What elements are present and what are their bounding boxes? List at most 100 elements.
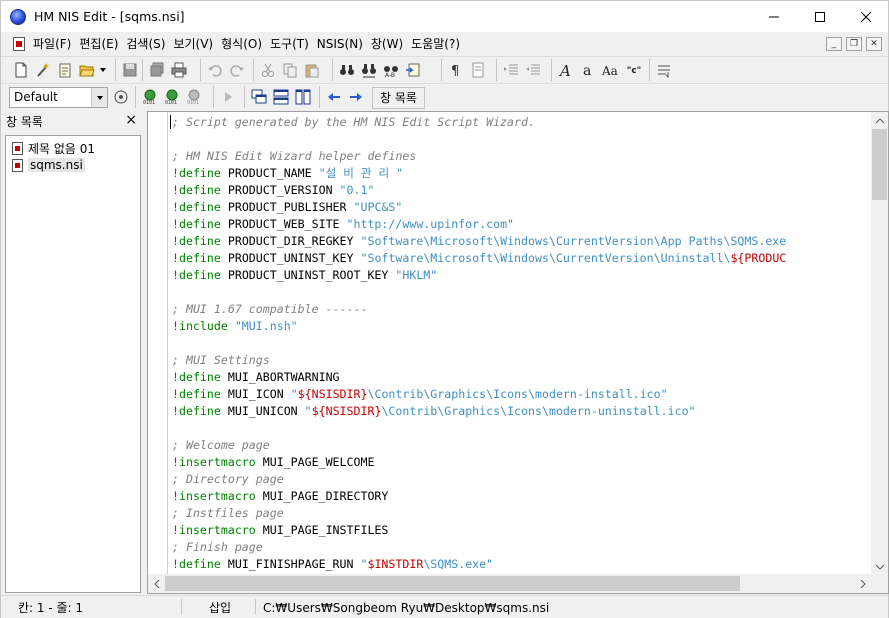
lowercase-button[interactable]: a (577, 59, 599, 81)
mdi-minimize-button[interactable]: _ (826, 37, 842, 51)
insert-colour-button[interactable] (653, 59, 675, 81)
goto-line-button[interactable] (402, 59, 424, 81)
horizontal-scrollbar[interactable] (148, 574, 871, 593)
previous-window-button[interactable] (323, 86, 345, 108)
find-button[interactable] (336, 59, 358, 81)
open-file-button[interactable] (76, 59, 98, 81)
list-item-untitled[interactable]: 제목 없음 01 (12, 140, 95, 156)
code-line[interactable]: !insertmacro MUI_PAGE_INSTFILES (172, 522, 872, 539)
scroll-up-icon[interactable] (871, 112, 888, 129)
code-line[interactable]: ; Directory page (172, 471, 872, 488)
code-line[interactable]: !define PRODUCT_NAME "설 비 관 리 " (172, 165, 872, 182)
undo-button[interactable] (204, 59, 226, 81)
vertical-scroll-thumb[interactable] (872, 129, 887, 200)
chevron-down-icon[interactable] (91, 88, 107, 107)
outdent-button[interactable] (522, 59, 544, 81)
window-list-button[interactable]: 창 목록 (372, 87, 425, 109)
code-line[interactable]: !define MUI_ICON "${NSISDIR}\Contrib\Gra… (172, 386, 872, 403)
save-button[interactable] (119, 59, 141, 81)
configuration-select[interactable]: Default (9, 87, 108, 108)
compile-run-button[interactable]: 0101 (161, 86, 183, 108)
horizontal-scroll-thumb[interactable] (165, 576, 740, 591)
quote-button[interactable]: "c" (621, 59, 647, 81)
menu-nsis[interactable]: NSIS(N) (313, 34, 367, 54)
show-whitespace-button[interactable]: ¶ (445, 59, 467, 81)
code-line[interactable]: !define MUI_ABORTWARNING (172, 369, 872, 386)
menu-window[interactable]: 창(W) (367, 34, 407, 54)
vertical-scrollbar[interactable] (871, 112, 888, 575)
code-line[interactable] (172, 131, 872, 148)
compile-button[interactable]: 0101 (139, 86, 161, 108)
close-button[interactable] (843, 1, 889, 32)
mdi-close-button[interactable]: ✕ (866, 37, 882, 51)
code-line[interactable]: !define PRODUCT_UNINST_ROOT_KEY "HKLM" (172, 267, 872, 284)
code-line[interactable]: !define PRODUCT_WEB_SITE "http://www.upi… (172, 216, 872, 233)
code-line[interactable]: ; Welcome page (172, 437, 872, 454)
menu-tools[interactable]: 도구(T) (266, 34, 313, 54)
uppercase-button[interactable]: A (555, 59, 577, 81)
app-window: HM NIS Edit - [sqms.nsi] 파일(F) 편집(E) 검색(… (0, 0, 889, 618)
code-line[interactable]: ; MUI Settings (172, 352, 872, 369)
code-line[interactable] (172, 335, 872, 352)
code-line[interactable] (172, 420, 872, 437)
code-text-area[interactable]: ; Script generated by the HM NIS Edit Sc… (172, 114, 872, 575)
word-wrap-button[interactable] (467, 59, 489, 81)
open-dropdown-button[interactable] (98, 59, 108, 81)
paste-button[interactable] (301, 59, 323, 81)
code-line[interactable] (172, 284, 872, 301)
mdi-restore-button[interactable]: ❐ (846, 37, 862, 51)
menu-help[interactable]: 도움말(?) (407, 34, 464, 54)
minimize-button[interactable] (751, 1, 797, 32)
code-line[interactable]: !insertmacro MUI_PAGE_DIRECTORY (172, 488, 872, 505)
title-bar: HM NIS Edit - [sqms.nsi] (1, 1, 888, 32)
stop-compile-button[interactable]: 0101 (183, 86, 205, 108)
maximize-button[interactable] (797, 1, 843, 32)
print-button[interactable] (168, 59, 190, 81)
code-line[interactable]: ; Instfiles page (172, 505, 872, 522)
code-line[interactable]: !define MUI_FINISHPAGE_RUN "$INSTDIR\SQM… (172, 556, 872, 573)
code-line[interactable]: !insertmacro MUI_PAGE_WELCOME (172, 454, 872, 471)
code-line[interactable]: !define PRODUCT_VERSION "0.1" (172, 182, 872, 199)
menu-search[interactable]: 검색(S) (122, 34, 169, 54)
menu-view[interactable]: 보기(V) (169, 34, 217, 54)
cascade-button[interactable] (248, 86, 270, 108)
code-line[interactable]: !include "MUI.nsh" (172, 318, 872, 335)
scroll-down-icon[interactable] (871, 558, 888, 575)
template-button[interactable] (54, 59, 76, 81)
settings-button[interactable] (110, 86, 132, 108)
new-file-button[interactable] (10, 59, 32, 81)
scroll-right-icon[interactable] (854, 574, 871, 593)
replace-button[interactable]: A-B (380, 59, 402, 81)
code-line[interactable]: !define PRODUCT_PUBLISHER "UPC&S" (172, 199, 872, 216)
cut-button[interactable] (257, 59, 279, 81)
code-line[interactable]: ; Finish page (172, 539, 872, 556)
code-line[interactable]: ; HM NIS Edit Wizard helper defines (172, 148, 872, 165)
code-token-id: MUI_PAGE_INSTFILES (255, 523, 389, 537)
code-line[interactable]: ; Script generated by the HM NIS Edit Sc… (172, 114, 872, 131)
document-icon[interactable] (13, 37, 25, 51)
code-token-kw: !insertmacro (172, 523, 256, 537)
code-line[interactable]: !define MUI_UNICON "${NSISDIR}\Contrib\G… (172, 403, 872, 420)
tile-horizontal-button[interactable] (270, 86, 292, 108)
save-all-button[interactable] (146, 59, 168, 81)
menu-format[interactable]: 형식(O) (217, 34, 266, 54)
code-line[interactable]: !define PRODUCT_UNINST_KEY "Software\Mic… (172, 250, 872, 267)
code-line[interactable]: !define PRODUCT_DIR_REGKEY "Software\Mic… (172, 233, 872, 250)
toggle-case-button[interactable]: Aa (599, 59, 621, 81)
run-installer-button[interactable] (217, 86, 239, 108)
list-item-sqms[interactable]: sqms.nsi (12, 157, 85, 173)
next-window-button[interactable] (345, 86, 367, 108)
menu-file[interactable]: 파일(F) (29, 34, 75, 54)
tile-vertical-button[interactable] (292, 86, 314, 108)
mdi-controls: _ ❐ ✕ (826, 37, 882, 51)
find-next-button[interactable] (358, 59, 380, 81)
wizard-button[interactable] (32, 59, 54, 81)
pane-close-icon[interactable]: × (125, 112, 137, 128)
redo-button[interactable] (226, 59, 248, 81)
indent-button[interactable] (500, 59, 522, 81)
code-line[interactable]: ; MUI 1.67 compatible ------ (172, 301, 872, 318)
scroll-left-icon[interactable] (148, 574, 165, 593)
menu-edit[interactable]: 편집(E) (75, 34, 122, 54)
copy-button[interactable] (279, 59, 301, 81)
code-editor[interactable]: ; Script generated by the HM NIS Edit Sc… (147, 111, 889, 594)
